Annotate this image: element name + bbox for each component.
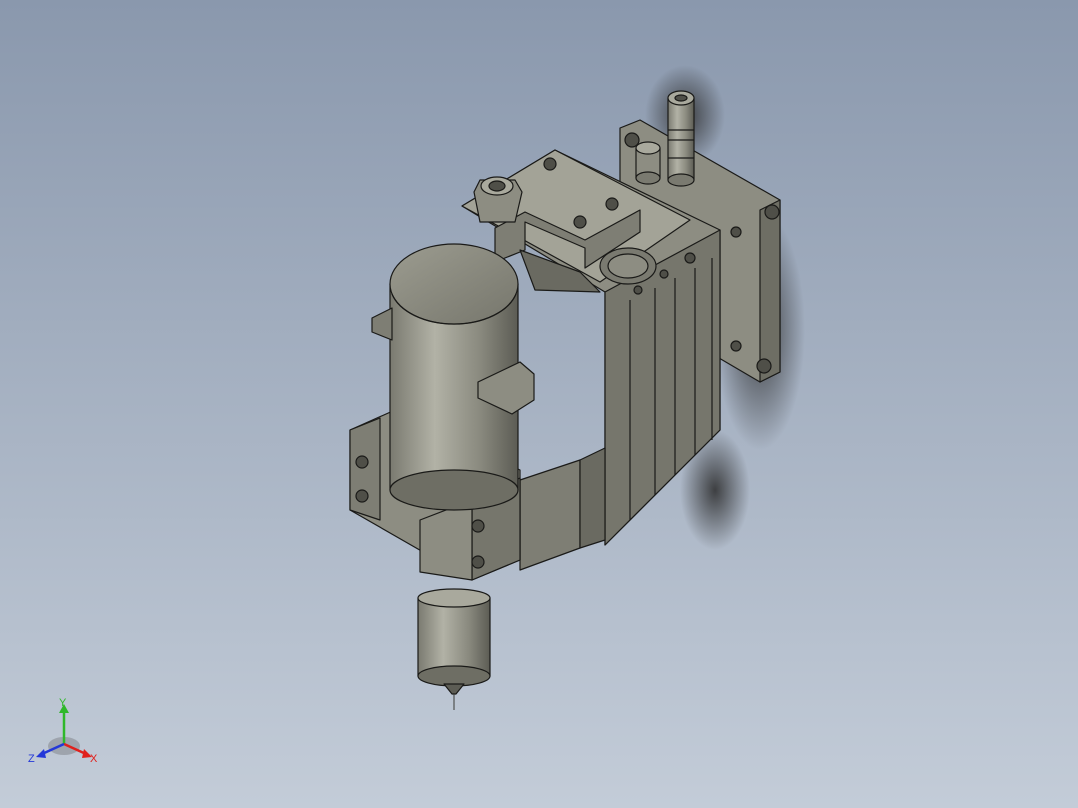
adjuster-knob[interactable] [667, 90, 695, 187]
orientation-triad: Y X Z [28, 697, 98, 765]
base-plate[interactable] [519, 447, 606, 571]
z-axis-arrow-icon [36, 749, 46, 758]
x-axis-label: X [90, 753, 98, 765]
spindle-motor[interactable] [371, 243, 535, 511]
air-fitting[interactable] [473, 176, 523, 223]
y-axis-label: Y [59, 697, 67, 709]
spindle-nozzle[interactable] [417, 588, 491, 710]
graphics-viewport[interactable]: Y X Z [0, 0, 1078, 808]
cad-model-view[interactable] [0, 0, 1078, 808]
z-axis-label: Z [28, 753, 35, 765]
sensor-fitting[interactable] [635, 141, 661, 185]
